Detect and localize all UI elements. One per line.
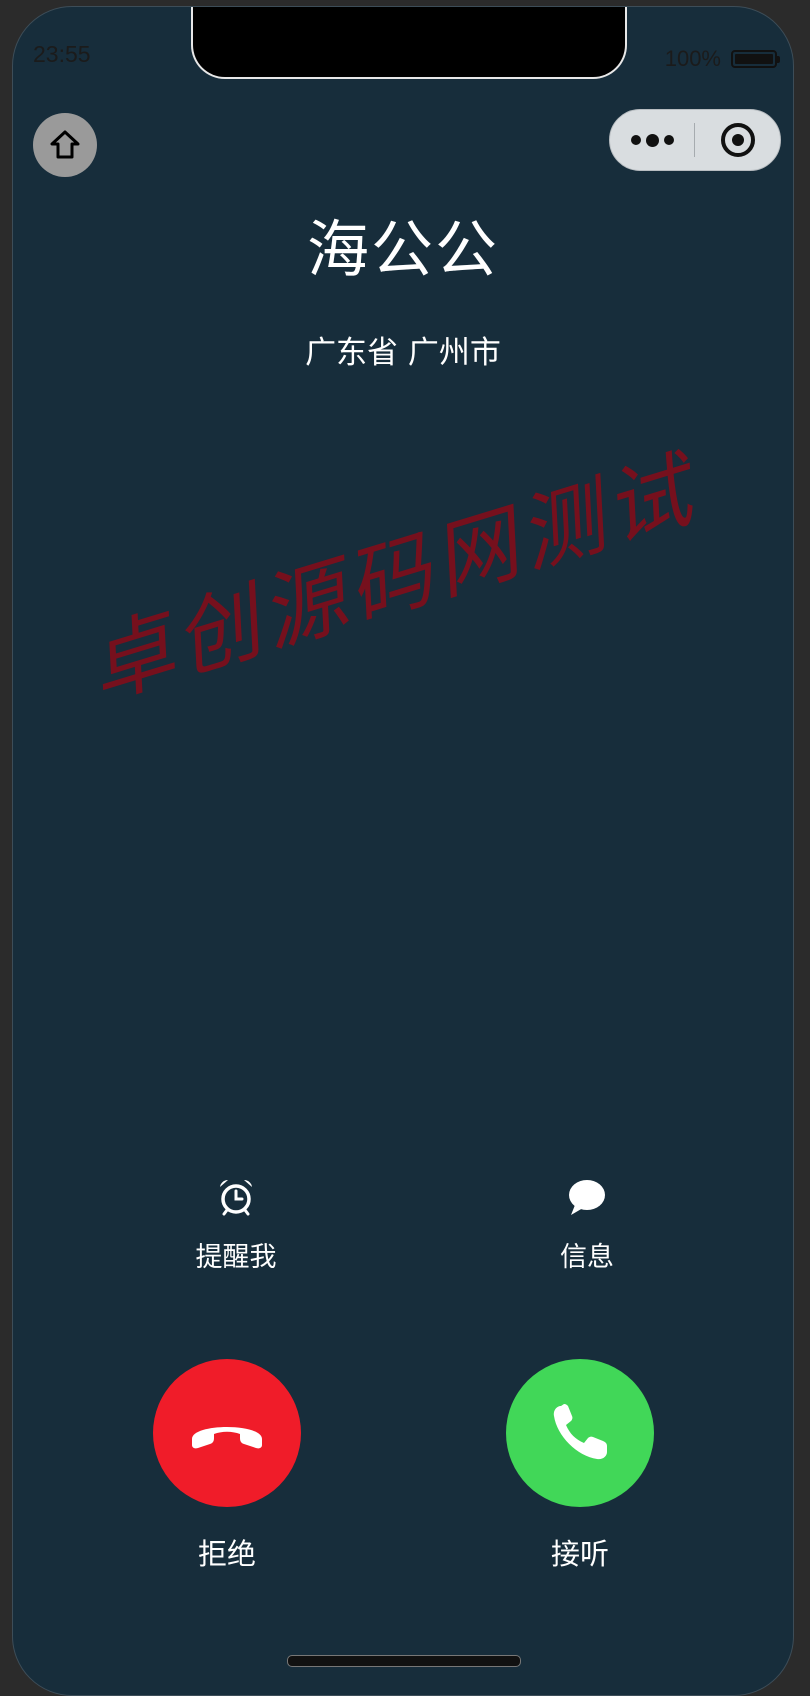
close-button[interactable] (695, 110, 780, 170)
alarm-clock-icon (220, 1179, 252, 1216)
notch (191, 7, 627, 79)
accept-circle[interactable] (506, 1359, 654, 1507)
message-button[interactable]: 信息 (507, 1177, 667, 1274)
battery-icon (731, 50, 780, 68)
more-dots-icon (645, 133, 659, 147)
remind-me-label: 提醒我 (195, 1242, 277, 1273)
caller-location: 广东省 广州市 (305, 335, 501, 371)
target-close-icon (720, 123, 755, 157)
more-button[interactable] (610, 110, 694, 170)
caller-name: 海公公 (306, 213, 499, 286)
message-label: 信息 (560, 1242, 614, 1273)
miniprogram-capsule (609, 109, 781, 171)
home-indicator[interactable] (287, 1655, 521, 1667)
phone-hangup-icon (192, 1427, 262, 1449)
decline-circle[interactable] (153, 1359, 301, 1507)
phone-screen: 23:55 100% 海公公 广东省 广州市 卓创源码网测试 提醒我 信息 拒绝… (12, 6, 794, 1696)
more-dots-icon (663, 135, 674, 145)
message-bubble-icon (569, 1180, 605, 1215)
accept-label: 接听 (550, 1537, 609, 1571)
more-dots-icon (630, 135, 641, 145)
decline-label: 拒绝 (197, 1537, 256, 1571)
status-battery: 100% (664, 46, 780, 72)
battery-percent: 100% (664, 46, 721, 71)
accept-call-button[interactable]: 接听 (480, 1359, 680, 1573)
status-time: 23:55 (33, 41, 91, 67)
phone-icon (553, 1404, 607, 1460)
home-icon (50, 130, 80, 159)
watermark: 卓创源码网测试 (76, 440, 708, 718)
decline-call-button[interactable]: 拒绝 (127, 1359, 327, 1573)
remind-me-button[interactable]: 提醒我 (156, 1177, 316, 1274)
home-button[interactable] (33, 113, 97, 177)
